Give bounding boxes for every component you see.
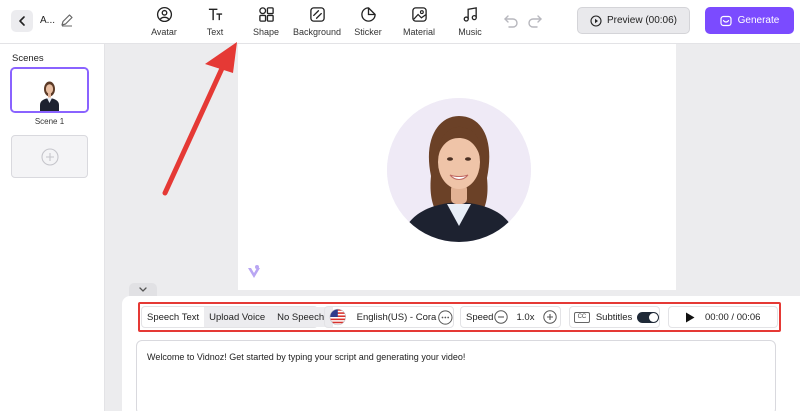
- video-canvas[interactable]: [238, 44, 676, 290]
- tool-label-music: Music: [458, 27, 482, 37]
- playback-control: 00:00 / 00:06: [668, 306, 778, 328]
- scene-label-1: Scene 1: [34, 117, 65, 126]
- play-icon[interactable]: [685, 312, 695, 323]
- speed-label: Speed: [466, 311, 494, 323]
- subtitles-label: Subtitles: [595, 311, 633, 323]
- speech-text-tab[interactable]: Speech Text: [142, 307, 204, 327]
- undo-icon[interactable]: [503, 13, 519, 29]
- upload-voice-tab[interactable]: Upload Voice: [204, 307, 272, 327]
- plus-circle-icon[interactable]: [543, 310, 558, 324]
- us-flag-icon: [329, 308, 346, 326]
- tool-label-text: Text: [206, 27, 224, 37]
- project-title[interactable]: A...: [40, 15, 55, 26]
- chevron-left-icon: [19, 16, 25, 26]
- preview-button[interactable]: Preview (00:06): [577, 7, 690, 34]
- generate-button[interactable]: Generate: [705, 7, 794, 34]
- sticker-icon: [360, 7, 376, 22]
- no-speech-label: No Speech: [277, 311, 325, 323]
- background-icon: [309, 7, 325, 22]
- playback-time: 00:00 / 00:06: [705, 311, 761, 323]
- generate-label: Generate: [737, 15, 780, 26]
- voice-control-bar: Speech Text Upload Voice No Speech Engli…: [138, 302, 781, 332]
- redo-icon[interactable]: [527, 13, 543, 29]
- voice-name: English(US) - Cora: [356, 311, 437, 323]
- speed-value: 1.0x: [516, 311, 535, 323]
- subtitles-control: CC Subtitles: [569, 306, 660, 328]
- tool-label-material: Material: [402, 27, 435, 37]
- upload-voice-label: Upload Voice: [209, 311, 266, 323]
- scene-avatar-thumbnail: [12, 69, 87, 111]
- speed-control: Speed 1.0x: [460, 306, 561, 328]
- scene-thumbnail-1[interactable]: [10, 67, 89, 113]
- top-toolbar: A... Avatar Text Shape Background Sticke…: [0, 0, 800, 44]
- script-panel: Speech Text Upload Voice No Speech Engli…: [122, 296, 800, 411]
- scenes-title: Scenes: [12, 53, 44, 64]
- preview-label: Preview (00:06): [606, 15, 678, 26]
- tool-label-background: Background: [292, 27, 342, 37]
- more-options-icon[interactable]: [438, 309, 453, 325]
- plus-circle-icon: [40, 147, 59, 166]
- generate-icon: [720, 15, 732, 26]
- tool-label-sticker: Sticker: [354, 27, 382, 37]
- speech-mode-group: Speech Text Upload Voice No Speech: [141, 306, 334, 328]
- collapse-panel-toggle[interactable]: [129, 283, 157, 296]
- tool-label-shape: Shape: [252, 27, 280, 37]
- brand-watermark-icon: [248, 265, 260, 278]
- toggle-knob: [649, 312, 658, 322]
- back-button[interactable]: [11, 10, 33, 32]
- play-circle-icon: [590, 14, 602, 27]
- shape-icon: [258, 7, 274, 22]
- minus-circle-icon[interactable]: [494, 310, 509, 324]
- speech-text-label: Speech Text: [147, 311, 200, 323]
- script-textarea[interactable]: Welcome to Vidnoz! Get started by typing…: [136, 340, 776, 411]
- edit-pencil-icon[interactable]: [59, 12, 75, 28]
- tool-music[interactable]: Music: [440, 6, 500, 37]
- cc-icon: CC: [574, 311, 590, 323]
- avatar-portrait: [387, 98, 531, 242]
- add-scene-button[interactable]: [11, 135, 88, 178]
- scenes-sidebar: Scenes Scene 1: [0, 44, 105, 411]
- tool-label-avatar: Avatar: [151, 27, 177, 37]
- material-icon: [411, 7, 427, 22]
- text-icon: [208, 8, 222, 21]
- music-icon: [463, 7, 477, 22]
- voice-selector[interactable]: English(US) - Cora: [324, 306, 454, 328]
- avatar-image[interactable]: [387, 98, 531, 242]
- subtitles-toggle[interactable]: [637, 311, 659, 323]
- avatar-icon: [156, 6, 172, 23]
- script-text: Welcome to Vidnoz! Get started by typing…: [147, 352, 466, 362]
- chevron-down-icon: [139, 286, 147, 292]
